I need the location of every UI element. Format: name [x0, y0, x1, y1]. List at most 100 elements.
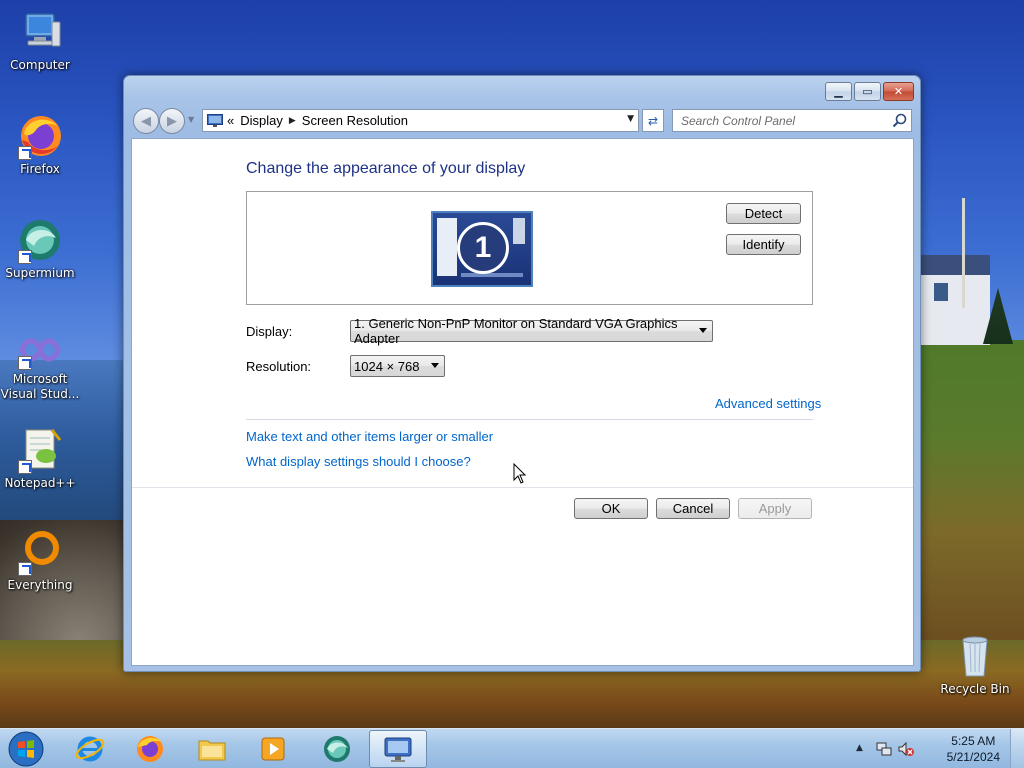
- control-panel-icon: [384, 737, 412, 762]
- search-icon[interactable]: [892, 113, 907, 128]
- display-label: Display:: [246, 324, 293, 339]
- advanced-settings-link[interactable]: Advanced settings: [715, 396, 821, 411]
- monitor-thumbnail-window: [513, 218, 525, 244]
- address-bar[interactable]: « Display ▶ Screen Resolution ▼: [202, 109, 639, 132]
- search-box[interactable]: [672, 109, 912, 132]
- close-button[interactable]: ✕: [883, 82, 914, 101]
- navigation-bar: ◀ ▶ ▼ « Display ▶ Screen Resolution ▼ ⇄: [131, 106, 912, 134]
- control-panel-icon: [207, 113, 223, 127]
- supermium-icon: [16, 216, 64, 264]
- internet-explorer-icon: [75, 736, 105, 762]
- shortcut-arrow-icon: [18, 562, 32, 576]
- breadcrumb-display[interactable]: Display: [240, 113, 283, 128]
- desktop-icon-supermium[interactable]: Supermium: [0, 216, 80, 281]
- taskbar-file-explorer[interactable]: [183, 730, 241, 768]
- wallpaper-flagpole: [962, 198, 965, 308]
- computer-icon: [16, 8, 64, 56]
- clock[interactable]: 5:25 AM 5/21/2024: [947, 733, 1000, 765]
- detect-button[interactable]: Detect: [726, 203, 801, 224]
- taskbar-media-player[interactable]: [244, 730, 302, 768]
- resolution-label: Resolution:: [246, 359, 312, 374]
- page-title: Change the appearance of your display: [246, 160, 526, 177]
- desktop-icon-label: Computer: [10, 58, 70, 72]
- media-player-icon: [261, 737, 285, 761]
- display-help-link[interactable]: What display settings should I choose?: [246, 454, 471, 469]
- desktop-icon-firefox[interactable]: Firefox: [0, 112, 80, 177]
- address-dropdown-icon[interactable]: ▼: [627, 114, 634, 124]
- screen-resolution-window: ▁ ▭ ✕ ◀ ▶ ▼ « Display ▶ Screen Resolutio…: [123, 75, 921, 672]
- show-desktop-button[interactable]: [1010, 729, 1024, 768]
- desktop-icon-computer[interactable]: Computer: [0, 8, 80, 73]
- chevron-down-icon: [431, 363, 439, 368]
- maximize-button[interactable]: ▭: [854, 82, 881, 101]
- monitor-1-thumbnail[interactable]: 1: [431, 211, 533, 287]
- firefox-icon: [16, 112, 64, 160]
- everything-icon: [16, 528, 64, 576]
- shortcut-arrow-icon: [18, 146, 32, 160]
- recycle-bin-icon: [951, 632, 999, 680]
- ok-button[interactable]: OK: [574, 498, 648, 519]
- monitor-thumbnail-taskbar: [461, 273, 523, 277]
- refresh-button[interactable]: ⇄: [642, 109, 664, 132]
- close-icon: ✕: [893, 85, 904, 98]
- desktop-icon-label: Notepad++: [4, 476, 76, 490]
- desktop-icon-label: Everything: [7, 578, 73, 592]
- volume-muted-icon[interactable]: [898, 741, 914, 757]
- wallpaper-field: [915, 340, 1024, 660]
- chevron-down-icon: [699, 328, 707, 333]
- resolution-select[interactable]: 1024 × 768: [350, 355, 445, 377]
- minimize-icon: ▁: [834, 85, 843, 98]
- show-hidden-icons-icon[interactable]: ▲: [856, 743, 863, 753]
- taskbar: ▲ 5:25 AM 5/21/2024: [0, 728, 1024, 768]
- network-icon[interactable]: [876, 741, 892, 757]
- firefox-icon: [137, 736, 163, 762]
- notepadpp-icon: [16, 426, 64, 474]
- desktop-icon-everything[interactable]: Everything: [0, 528, 80, 593]
- identify-button[interactable]: Identify: [726, 234, 801, 255]
- mouse-cursor-icon: [513, 463, 527, 484]
- display-select-value: 1. Generic Non-PnP Monitor on Standard V…: [354, 316, 678, 346]
- desktop-icon-label: Firefox: [20, 162, 60, 176]
- shortcut-arrow-icon: [18, 460, 32, 474]
- caption-buttons: ▁ ▭ ✕: [823, 82, 914, 101]
- content-pane: Change the appearance of your display 1 …: [131, 138, 914, 666]
- folder-icon: [198, 740, 226, 761]
- start-button[interactable]: [6, 731, 46, 767]
- divider: [246, 419, 813, 420]
- back-button[interactable]: ◀: [133, 108, 159, 134]
- desktop-icon-visual-studio[interactable]: Microsoft Visual Stud...: [0, 330, 80, 402]
- desktop-icon-label: Recycle Bin: [940, 682, 1010, 696]
- forward-button[interactable]: ▶: [159, 108, 185, 134]
- breadcrumb-root-marker[interactable]: «: [227, 113, 234, 128]
- shortcut-arrow-icon: [18, 356, 32, 370]
- desktop-icon-recycle-bin[interactable]: Recycle Bin: [935, 632, 1015, 697]
- wallpaper-house: [920, 255, 990, 345]
- apply-button[interactable]: Apply: [738, 498, 812, 519]
- maximize-icon: ▭: [862, 85, 873, 98]
- visual-studio-icon: [16, 330, 64, 370]
- taskbar-firefox[interactable]: [121, 730, 179, 768]
- shortcut-arrow-icon: [18, 250, 32, 264]
- clock-date: 5/21/2024: [946, 750, 1000, 764]
- text-size-link[interactable]: Make text and other items larger or smal…: [246, 429, 493, 444]
- taskbar-control-panel[interactable]: [369, 730, 427, 768]
- desktop-icon-label: Microsoft Visual Stud...: [0, 372, 80, 401]
- clock-time: 5:25 AM: [951, 734, 996, 748]
- breadcrumb-screen-resolution[interactable]: Screen Resolution: [302, 113, 408, 128]
- forward-arrow-icon: ▶: [167, 113, 177, 129]
- breadcrumb-separator-icon[interactable]: ▶: [289, 116, 296, 126]
- search-input[interactable]: [673, 110, 883, 131]
- taskbar-supermium[interactable]: [308, 730, 366, 768]
- monitor-thumbnail-window: [437, 218, 457, 276]
- minimize-button[interactable]: ▁: [825, 82, 852, 101]
- back-arrow-icon: ◀: [141, 113, 151, 129]
- refresh-icon: ⇄: [647, 113, 659, 128]
- desktop-icon-notepadpp[interactable]: Notepad++: [0, 426, 80, 491]
- divider: [132, 487, 913, 488]
- cancel-button[interactable]: Cancel: [656, 498, 730, 519]
- taskbar-internet-explorer[interactable]: [61, 730, 119, 768]
- desktop-icon-label: Supermium: [5, 266, 75, 280]
- display-select[interactable]: 1. Generic Non-PnP Monitor on Standard V…: [350, 316, 713, 346]
- recent-pages-dropdown-icon[interactable]: ▼: [188, 115, 194, 124]
- system-tray: ▲ 5:25 AM 5/21/2024: [854, 729, 1024, 768]
